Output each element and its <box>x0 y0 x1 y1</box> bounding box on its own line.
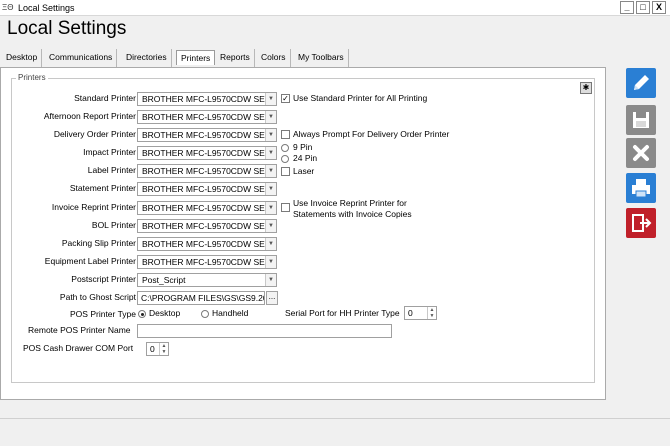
chevron-down-icon: ▼ <box>265 93 276 105</box>
24-pin-radio[interactable] <box>281 155 289 163</box>
tab-communications[interactable]: Communications <box>45 49 118 67</box>
maximize-button[interactable]: □ <box>636 1 650 14</box>
standard-printer-label: Standard Printer <box>74 93 136 103</box>
invoice-reprint-label-line2: Statements with Invoice Copies <box>293 209 412 219</box>
spinner-arrows-icon[interactable]: ▲ ▼ <box>427 307 436 319</box>
tab-desktop[interactable]: Desktop <box>2 49 43 67</box>
x-icon <box>633 145 649 161</box>
label-printer-label: Label Printer <box>87 165 136 175</box>
desktop-radio-label: Desktop <box>149 308 181 318</box>
status-strip <box>0 418 670 419</box>
delivery-order-printer-select[interactable]: BROTHER MFC-L9570CDW SE ▼ <box>137 128 277 142</box>
packing-slip-printer-label: Packing Slip Printer <box>61 238 136 248</box>
tab-directories[interactable]: Directories <box>122 49 172 67</box>
invoice-reprint-printer-label: Invoice Reprint Printer <box>51 202 136 212</box>
invoice-reprint-printer-select[interactable]: BROTHER MFC-L9570CDW SE ▼ <box>137 201 277 215</box>
desktop-radio[interactable] <box>138 310 146 318</box>
chevron-down-icon: ▼ <box>265 202 276 214</box>
afternoon-report-printer-label: Afternoon Report Printer <box>43 111 136 121</box>
save-button[interactable] <box>626 105 656 135</box>
bol-printer-label: BOL Printer <box>91 220 136 230</box>
print-button[interactable] <box>626 173 656 203</box>
tab-colors[interactable]: Colors <box>257 49 291 67</box>
invoice-reprint-checkbox[interactable] <box>281 203 290 212</box>
use-standard-printer-label: Use Standard Printer for All Printing <box>293 93 428 103</box>
chevron-down-icon: ▼ <box>265 147 276 159</box>
laser-label: Laser <box>293 166 315 176</box>
24-pin-label: 24 Pin <box>293 153 318 163</box>
chevron-down-icon: ▼ <box>265 165 276 177</box>
afternoon-report-printer-select[interactable]: BROTHER MFC-L9570CDW SE ▼ <box>137 110 277 124</box>
standard-printer-select[interactable]: BROTHER MFC-L9570CDW SE ▼ <box>137 92 277 106</box>
exit-button[interactable] <box>626 208 656 238</box>
settings-tool-icon[interactable]: ✱ <box>580 82 592 94</box>
bol-printer-select[interactable]: BROTHER MFC-L9570CDW SE ▼ <box>137 219 277 233</box>
remote-pos-printer-label: Remote POS Printer Name <box>28 325 131 335</box>
chevron-down-icon: ▼ <box>265 183 276 195</box>
handheld-radio-label: Handheld <box>212 308 249 318</box>
printer-icon <box>632 179 650 198</box>
group-title: Printers <box>16 73 48 82</box>
statement-printer-label: Statement Printer <box>69 183 136 193</box>
app-icon: ΞΘ <box>2 3 14 12</box>
minimize-button[interactable]: _ <box>620 1 634 14</box>
impact-printer-select[interactable]: BROTHER MFC-L9570CDW SE ▼ <box>137 146 277 160</box>
impact-printer-label: Impact Printer <box>83 147 136 157</box>
always-prompt-checkbox[interactable] <box>281 130 290 139</box>
window-titlebar: ΞΘ Local Settings _ □ X <box>0 0 670 16</box>
spinner-arrows-icon[interactable]: ▲ ▼ <box>159 343 168 355</box>
cancel-button[interactable] <box>626 138 656 168</box>
postscript-printer-label: Postscript Printer <box>71 274 136 284</box>
laser-checkbox[interactable] <box>281 167 290 176</box>
edit-button[interactable] <box>626 68 656 98</box>
chevron-down-icon: ▼ <box>265 274 276 286</box>
9-pin-label: 9 Pin <box>293 142 313 152</box>
serial-port-label: Serial Port for HH Printer Type <box>285 308 400 318</box>
invoice-reprint-label-line1: Use Invoice Reprint Printer for <box>293 198 407 208</box>
label-printer-select[interactable]: BROTHER MFC-L9570CDW SE ▼ <box>137 164 277 178</box>
close-window-button[interactable]: X <box>652 1 666 14</box>
chevron-down-icon: ▼ <box>265 220 276 232</box>
printers-group: Printers ✱ Standard Printer BROTHER MFC-… <box>11 73 595 383</box>
ghost-script-label: Path to Ghost Script <box>59 292 136 302</box>
equipment-label-printer-select[interactable]: BROTHER MFC-L9570CDW SE ▼ <box>137 255 277 269</box>
tab-my-toolbars[interactable]: My Toolbars <box>294 49 349 67</box>
cash-drawer-com-port-label: POS Cash Drawer COM Port <box>23 343 134 353</box>
use-standard-printer-checkbox[interactable]: ✓ <box>281 94 290 103</box>
printers-panel: Printers ✱ Standard Printer BROTHER MFC-… <box>0 67 606 400</box>
packing-slip-printer-select[interactable]: BROTHER MFC-L9570CDW SE ▼ <box>137 237 277 251</box>
serial-port-spinner[interactable]: 0 ▲ ▼ <box>404 306 437 320</box>
page-title: Local Settings <box>7 18 127 39</box>
pencil-icon <box>634 75 649 90</box>
remote-pos-printer-input[interactable] <box>137 324 392 338</box>
always-prompt-label: Always Prompt For Delivery Order Printer <box>293 129 450 139</box>
postscript-printer-select[interactable]: Post_Script ▼ <box>137 273 277 287</box>
cash-drawer-com-port-spinner[interactable]: 0 ▲ ▼ <box>146 342 169 356</box>
tab-reports[interactable]: Reports <box>216 49 255 67</box>
browse-button[interactable]: ... <box>266 291 278 305</box>
chevron-down-icon: ▼ <box>265 238 276 250</box>
exit-door-icon <box>632 214 652 232</box>
chevron-down-icon: ▼ <box>265 111 276 123</box>
floppy-icon <box>633 112 649 128</box>
ghost-script-path-input[interactable]: C:\PROGRAM FILES\GS\GS9.20 <box>137 291 265 305</box>
handheld-radio[interactable] <box>201 310 209 318</box>
statement-printer-select[interactable]: BROTHER MFC-L9570CDW SE ▼ <box>137 182 277 196</box>
tab-printers[interactable]: Printers <box>176 50 216 65</box>
chevron-down-icon: ▼ <box>265 129 276 141</box>
9-pin-radio[interactable] <box>281 144 289 152</box>
equipment-label-printer-label: Equipment Label Printer <box>44 256 136 266</box>
window-title: Local Settings <box>18 3 75 13</box>
delivery-order-printer-label: Delivery Order Printer <box>53 129 136 139</box>
chevron-down-icon: ▼ <box>265 256 276 268</box>
pos-printer-type-label: POS Printer Type <box>70 309 136 319</box>
